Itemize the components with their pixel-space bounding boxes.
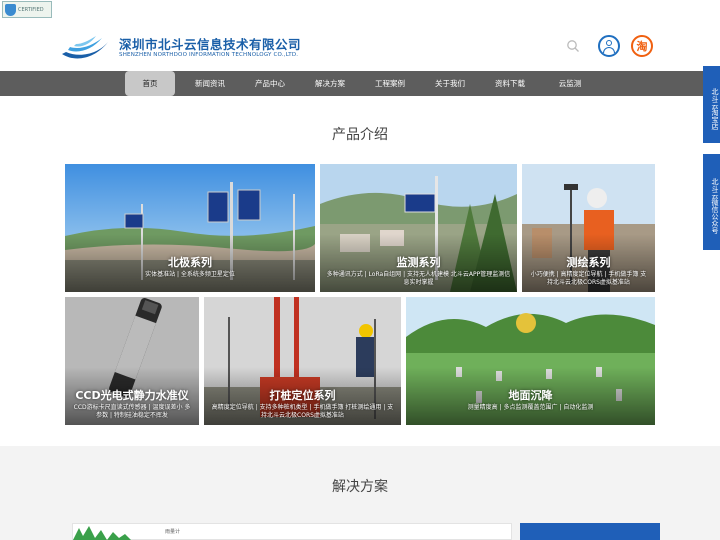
card-caption: 测绘系列 小巧便携 | 高精度定位导航 | 手机做手簿 支持北斗云北极CORS虚… <box>522 254 655 287</box>
card-desc: CCD游标卡尺直读式传感器 | 温度误差小 多参数 | 特制硅油稳定不挥发 <box>73 404 191 419</box>
solutions-section-title: 解决方案 <box>332 479 388 495</box>
product-card-ccd-level[interactable]: CCD光电式静力水准仪 CCD游标卡尺直读式传感器 | 温度误差小 多参数 | … <box>65 297 199 425</box>
nav-item-downloads[interactable]: 资料下载 <box>486 71 534 96</box>
product-card-piling[interactable]: 打桩定位系列 高精度定位导航 | 支持多种桩机类型 | 手机做手簿 打桩测绘通用… <box>204 297 401 425</box>
card-caption: CCD光电式静力水准仪 CCD游标卡尺直读式传感器 | 温度误差小 多参数 | … <box>65 387 199 420</box>
card-caption: 监测系列 多种通讯方式 | LoRa自组网 | 支持无人机建模 北斗云APP管理… <box>320 254 517 287</box>
nav-item-about[interactable]: 关于我们 <box>426 71 474 96</box>
card-title: 监测系列 <box>396 256 441 269</box>
card-desc: 高精度定位导航 | 支持多种桩机类型 | 手机做手簿 打桩测绘通用 | 支持北斗… <box>211 404 394 419</box>
product-card-subsidence[interactable]: 地面沉降 测量精度高 | 多点监测覆盖范围广 | 自动化监测 <box>406 297 655 425</box>
card-title: 测绘系列 <box>566 256 611 269</box>
product-card-surveying[interactable]: 测绘系列 小巧便携 | 高精度定位导航 | 手机做手簿 支持北斗云北极CORS虚… <box>522 164 655 292</box>
card-caption: 地面沉降 测量精度高 | 多点监测覆盖范围广 | 自动化监测 <box>406 387 655 412</box>
main-nav: 首页 新闻资讯 产品中心 解决方案 工程案例 关于我们 资料下载 云监测 <box>0 71 720 96</box>
user-body <box>603 47 615 53</box>
company-logo-icon[interactable] <box>60 32 110 62</box>
products-section-title: 产品介绍 <box>332 127 388 143</box>
company-name-en: SHENZHEN NORTHDOO INFORMATION TECHNOLOGY… <box>119 52 299 58</box>
card-desc: 多种通讯方式 | LoRa自组网 | 支持无人机建模 北斗云APP管理监测信息实… <box>326 271 511 286</box>
nav-item-news[interactable]: 新闻资讯 <box>186 71 234 96</box>
company-name-cn: 深圳市北斗云信息技术有限公司 <box>119 37 302 52</box>
certification-badge[interactable]: CERTIFIED <box>2 1 52 18</box>
shield-icon <box>5 3 16 16</box>
side-tab-wechat[interactable]: 北斗云微信公众号 <box>703 154 720 250</box>
nav-item-solutions[interactable]: 解决方案 <box>306 71 354 96</box>
taobao-icon[interactable]: 淘 <box>631 35 653 57</box>
card-title: 打桩定位系列 <box>269 389 336 402</box>
card-desc: 测量精度高 | 多点监测覆盖范围广 | 自动化监测 <box>467 404 594 411</box>
card-desc: 小巧便携 | 高精度定位导航 | 手机做手簿 支持北斗云北极CORS虚拟基准站 <box>530 271 647 286</box>
card-desc: 实体基准站 | 全系统多频卫星定位 <box>145 271 235 278</box>
solution-panel[interactable]: 雨量计 <box>72 523 512 540</box>
nav-item-cloud-monitor[interactable]: 云监测 <box>546 71 594 96</box>
badge-text: CERTIFIED <box>18 6 44 13</box>
nav-item-home[interactable]: 首页 <box>125 71 175 96</box>
card-caption: 北极系列 实体基准站 | 全系统多频卫星定位 <box>65 254 315 279</box>
user-head <box>606 40 612 46</box>
search-icon[interactable] <box>566 39 580 53</box>
page: CERTIFIED 深圳市北斗云信息技术有限公司 SHENZHEN NORTHD… <box>0 0 720 540</box>
solution-panel-label: 雨量计 <box>165 529 181 535</box>
card-title: 地面沉降 <box>508 389 553 402</box>
nav-item-cases[interactable]: 工程案例 <box>366 71 414 96</box>
taobao-glyph: 淘 <box>636 40 648 53</box>
solution-chart-thumbnail <box>73 526 131 540</box>
card-caption: 打桩定位系列 高精度定位导航 | 支持多种桩机类型 | 手机做手簿 打桩测绘通用… <box>204 387 401 420</box>
card-title: CCD光电式静力水准仪 <box>75 389 189 402</box>
card-title: 北极系列 <box>168 256 212 269</box>
solution-highlight-panel[interactable] <box>520 523 660 540</box>
nav-item-products[interactable]: 产品中心 <box>246 71 294 96</box>
user-icon[interactable] <box>598 35 620 57</box>
product-card-beiji[interactable]: 北极系列 实体基准站 | 全系统多频卫星定位 <box>65 164 315 292</box>
site-header: 深圳市北斗云信息技术有限公司 SHENZHEN NORTHDOO INFORMA… <box>0 20 720 71</box>
product-card-monitoring[interactable]: 监测系列 多种通讯方式 | LoRa自组网 | 支持无人机建模 北斗云APP管理… <box>320 164 517 292</box>
